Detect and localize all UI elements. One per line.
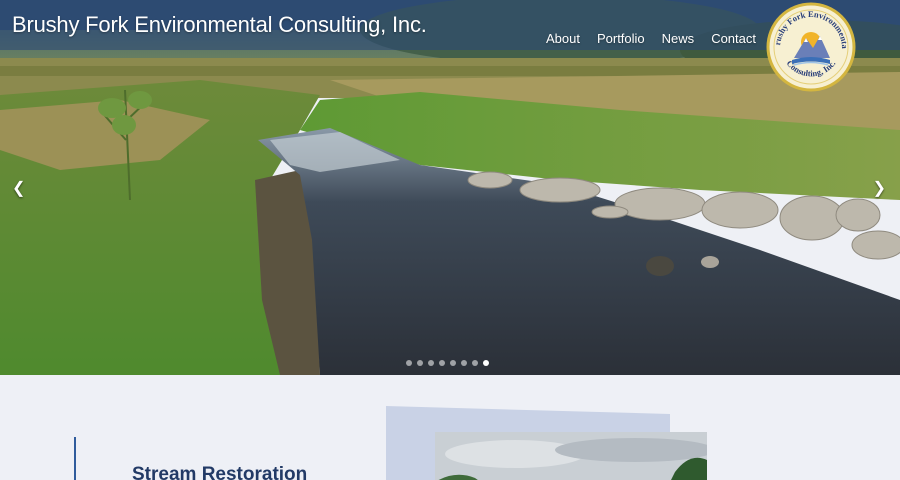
site-title[interactable]: Brushy Fork Environmental Consulting, In… — [12, 12, 427, 38]
stream-restoration-photo[interactable] — [435, 432, 707, 480]
section-heading: Stream Restoration — [132, 464, 308, 480]
slider-dot[interactable] — [428, 360, 434, 366]
section-accent-line — [74, 437, 76, 480]
slider-dot[interactable] — [417, 360, 423, 366]
slider-dot[interactable] — [406, 360, 412, 366]
nav-about[interactable]: About — [546, 31, 580, 46]
slider-dots — [406, 360, 489, 366]
nav-news[interactable]: News — [662, 31, 695, 46]
stream-photo — [0, 0, 900, 375]
hero-slider: Brushy Fork Environmental Consulting, In… — [0, 0, 900, 375]
slider-dot[interactable] — [439, 360, 445, 366]
slider-dot[interactable] — [461, 360, 467, 366]
nav-contact[interactable]: Contact — [711, 31, 756, 46]
company-logo[interactable]: Brushy Fork Environmental Consulting, In… — [766, 2, 856, 92]
slider-dot[interactable] — [450, 360, 456, 366]
main-nav: About Portfolio News Contact — [529, 31, 756, 46]
chevron-left-icon[interactable]: ❮ — [12, 178, 25, 198]
slider-dot-active[interactable] — [483, 360, 489, 366]
slider-dot[interactable] — [472, 360, 478, 366]
photo-thumbnail — [435, 432, 707, 480]
chevron-right-icon[interactable]: ❯ — [873, 178, 886, 198]
services-section: Stream Restoration — [0, 375, 900, 480]
nav-portfolio[interactable]: Portfolio — [597, 31, 645, 46]
